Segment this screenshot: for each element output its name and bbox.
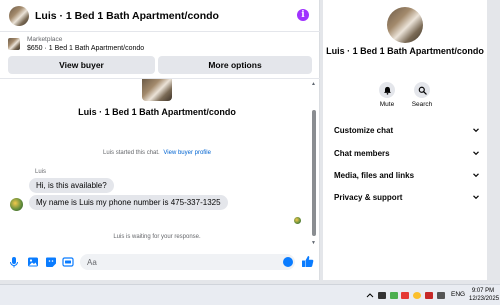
app-tray-icon[interactable] <box>390 292 398 299</box>
mute-label: Mute <box>379 101 395 108</box>
chevron-down-icon <box>473 195 479 200</box>
listing-thumbnail <box>8 38 20 50</box>
taskbar: ENG 9:07 PM 12/23/2025 <box>0 284 500 305</box>
marketplace-label: Marketplace <box>27 36 63 43</box>
message-bubble[interactable]: My name is Luis my phone number is 475-3… <box>29 195 228 210</box>
sender-name: Luis <box>35 169 47 175</box>
section-label: Media, files and links <box>334 170 415 180</box>
language-indicator[interactable]: ENG <box>451 291 465 298</box>
image-icon[interactable] <box>27 256 39 268</box>
seen-indicator-avatar <box>294 217 301 224</box>
thread-title: Luis · 1 Bed 1 Bath Apartment/condo <box>78 107 236 117</box>
message-bubble[interactable]: Hi, is this available? <box>29 178 114 193</box>
app-tray-icon[interactable] <box>437 292 445 299</box>
search-icon <box>418 86 427 95</box>
like-icon[interactable] <box>301 255 314 268</box>
view-buyer-profile-link[interactable]: View buyer profile <box>163 150 211 156</box>
clock-time: 9:07 PM <box>471 288 495 294</box>
chevron-down-icon <box>473 173 479 178</box>
waiting-notice: Luis is waiting for your response. <box>113 234 201 240</box>
section-label: Chat members <box>334 148 390 158</box>
thread-listing-image <box>142 79 172 101</box>
sticker-icon[interactable] <box>45 256 57 268</box>
app-tray-icon[interactable] <box>378 292 386 299</box>
panel-listing-avatar[interactable] <box>387 7 423 43</box>
started-text: Luis started this chat. <box>103 150 160 156</box>
section-media-files-links[interactable]: Media, files and links <box>334 168 480 182</box>
emoji-icon[interactable] <box>283 257 293 267</box>
sender-avatar[interactable] <box>10 198 23 211</box>
marketplace-listing[interactable]: Marketplace $650 · 1 Bed 1 Bath Apartmen… <box>8 36 144 52</box>
panel-title: Luis · 1 Bed 1 Bath Apartment/condo <box>326 46 484 56</box>
clock-date: 12/23/2025 <box>469 296 500 302</box>
chat-info-panel: Luis · 1 Bed 1 Bath Apartment/condo Mute… <box>323 0 487 280</box>
message-thread: Luis · 1 Bed 1 Bath Apartment/condo Luis… <box>0 78 320 246</box>
section-privacy-support[interactable]: Privacy & support <box>334 190 480 204</box>
bell-icon <box>383 86 391 95</box>
section-chat-members[interactable]: Chat members <box>334 146 480 160</box>
search-label: Search <box>411 101 433 108</box>
chevron-down-icon <box>473 128 479 133</box>
listing-price-title: $650 · 1 Bed 1 Bath Apartment/condo <box>27 45 145 52</box>
microphone-icon[interactable] <box>8 256 20 268</box>
chat-pane: Luis · 1 Bed 1 Bath Apartment/condo i Ma… <box>0 0 320 280</box>
scroll-up-arrow-icon[interactable]: ▲ <box>311 81 316 87</box>
app-tray-icon[interactable] <box>401 292 409 299</box>
search-button[interactable] <box>414 82 430 98</box>
listing-avatar[interactable] <box>9 5 29 26</box>
message-composer: Aa <box>0 250 320 274</box>
thread-scrollbar[interactable] <box>312 110 316 236</box>
mute-button[interactable] <box>379 82 395 98</box>
section-label: Privacy & support <box>334 192 403 202</box>
more-options-button[interactable]: More options <box>158 56 312 74</box>
show-hidden-icons-icon[interactable] <box>366 292 374 299</box>
message-input[interactable]: Aa <box>80 254 295 270</box>
view-buyer-button[interactable]: View buyer <box>8 56 155 74</box>
section-customize-chat[interactable]: Customize chat <box>334 123 480 137</box>
messenger-app: Luis · 1 Bed 1 Bath Apartment/condo i Ma… <box>0 0 500 284</box>
system-clock[interactable]: 9:07 PM 12/23/2025 <box>469 287 500 303</box>
gif-icon[interactable] <box>62 256 74 268</box>
scroll-down-arrow-icon[interactable]: ▼ <box>311 240 316 246</box>
app-tray-icon[interactable] <box>413 292 421 299</box>
chat-started-notice: Luis started this chat. View buyer profi… <box>0 150 314 156</box>
section-label: Customize chat <box>334 125 394 135</box>
chat-header: Luis · 1 Bed 1 Bath Apartment/condo i <box>0 0 320 32</box>
chat-title[interactable]: Luis · 1 Bed 1 Bath Apartment/condo <box>35 10 219 22</box>
chevron-down-icon <box>473 151 479 156</box>
app-tray-icon[interactable] <box>425 292 433 299</box>
info-icon[interactable]: i <box>297 9 309 21</box>
